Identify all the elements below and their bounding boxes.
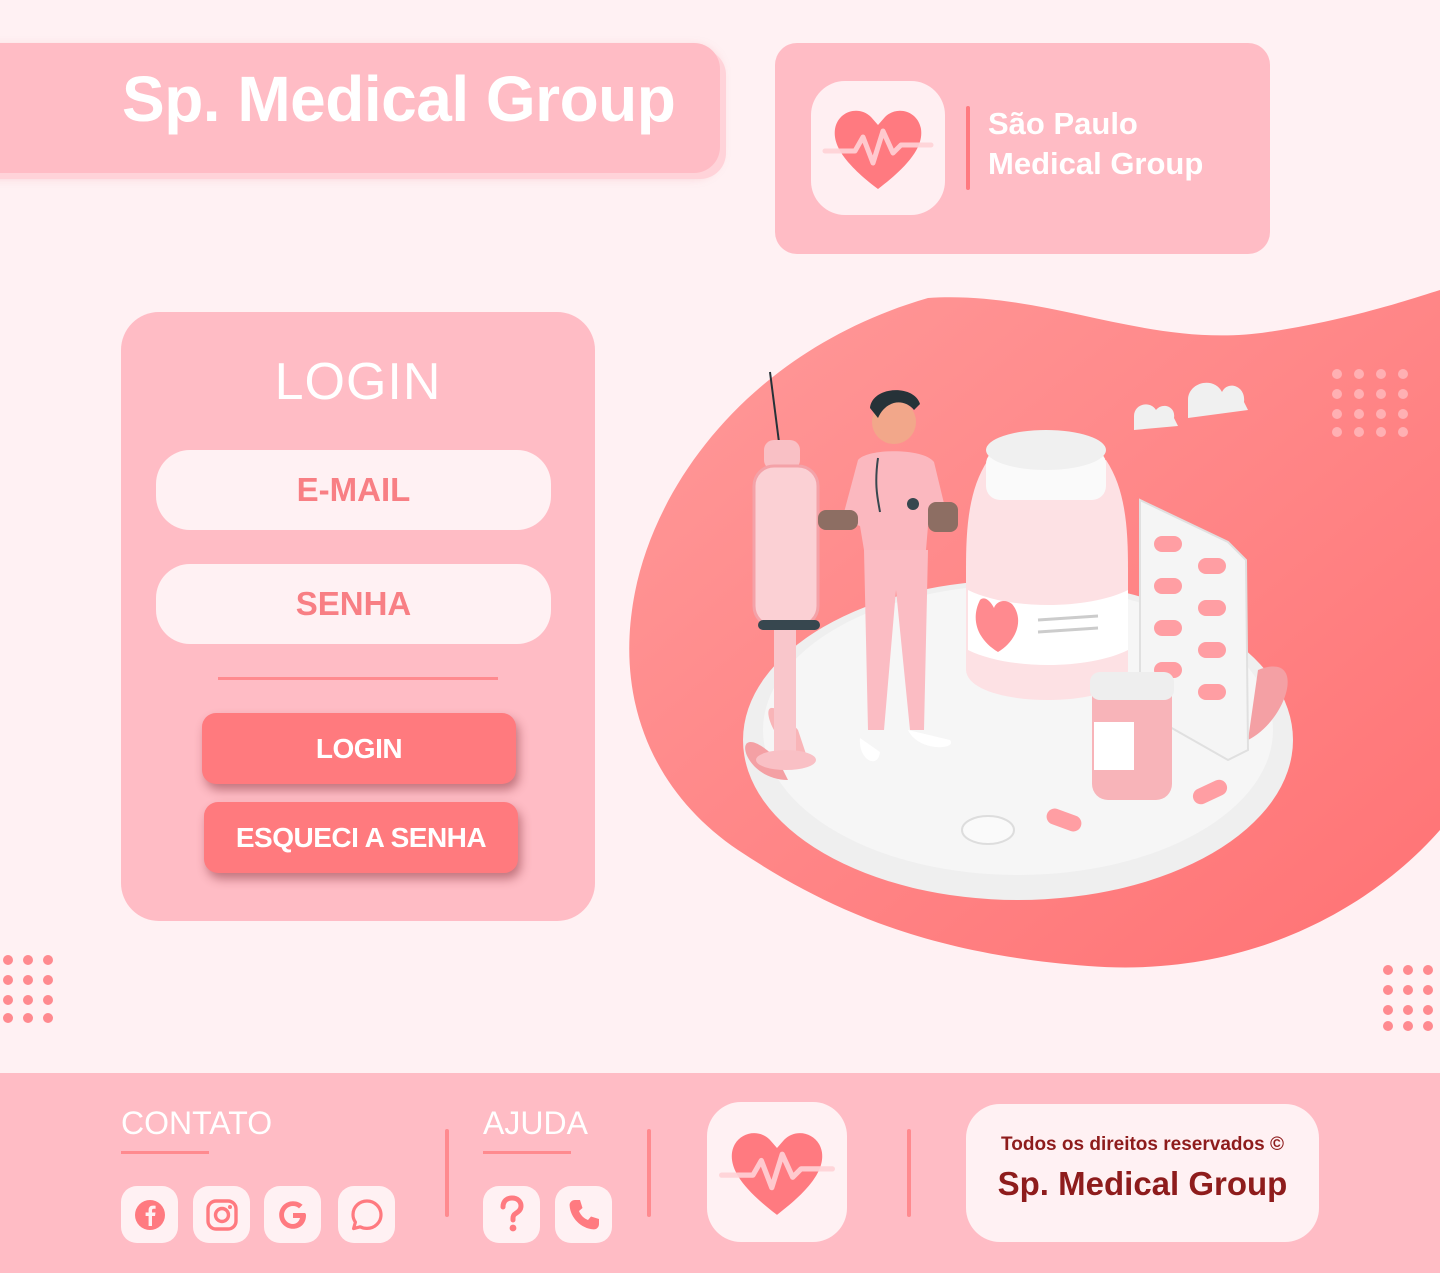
medicine-bottle-icon (966, 430, 1128, 700)
pill-bottle-icon (1090, 672, 1174, 800)
page-title: Sp. Medical Group (122, 63, 676, 135)
whatsapp-icon[interactable] (338, 1186, 395, 1243)
password-input[interactable] (156, 564, 551, 644)
copyright-company: Sp. Medical Group (997, 1165, 1288, 1202)
brand-separator (966, 106, 970, 190)
brand-name-line1: São Paulo (988, 106, 1138, 141)
dots-pattern-left (3, 955, 53, 1023)
login-button[interactable]: LOGIN (202, 713, 516, 784)
copyright-text: Todos os direitos reservados © (1001, 1134, 1284, 1155)
question-icon[interactable] (483, 1186, 540, 1243)
login-divider (218, 677, 498, 680)
contact-heading: CONTATO (121, 1105, 273, 1141)
instagram-icon[interactable] (193, 1186, 250, 1243)
footer-separator-1 (445, 1129, 449, 1217)
medical-illustration (629, 290, 1440, 968)
facebook-icon[interactable] (121, 1186, 178, 1243)
phone-icon[interactable] (555, 1186, 612, 1243)
footer-logo (707, 1102, 847, 1242)
contact-underline (121, 1151, 209, 1154)
footer-separator-2 (647, 1129, 651, 1217)
heart-pulse-icon (719, 1133, 835, 1215)
dots-pattern-right (1383, 965, 1433, 1031)
footer-separator-3 (907, 1129, 911, 1217)
brand-logo (811, 81, 945, 215)
heart-pulse-icon (822, 110, 934, 189)
help-underline (483, 1151, 571, 1154)
forgot-password-button[interactable]: ESQUECI A SENHA (204, 802, 518, 873)
help-heading: AJUDA (483, 1105, 588, 1141)
brand-name-line2: Medical Group (988, 146, 1204, 181)
login-title: LOGIN (274, 353, 442, 411)
google-icon[interactable] (264, 1186, 321, 1243)
email-input[interactable] (156, 450, 551, 530)
